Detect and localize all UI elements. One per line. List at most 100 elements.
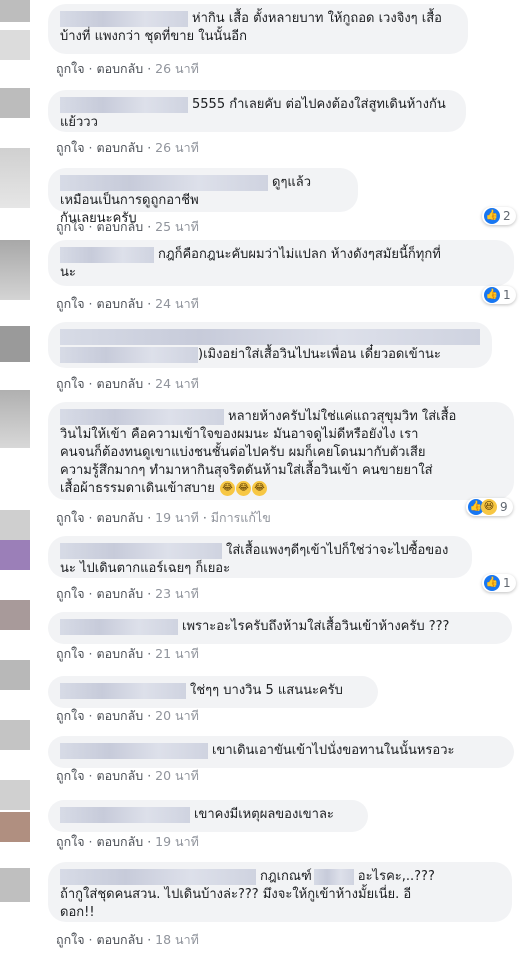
commenter-name-redacted[interactable] xyxy=(60,682,186,699)
comment-text: เขาเดินเอาขันเข้าไปนั่งขอทานในนั้นหรอวะ xyxy=(212,743,455,758)
comment-actions: ถูกใจ · ตอบกลับ · 24 นาที xyxy=(56,296,199,311)
commenter-name-redacted[interactable] xyxy=(60,408,224,425)
like-link[interactable]: ถูกใจ xyxy=(56,219,85,234)
avatar[interactable] xyxy=(0,88,30,118)
avatar[interactable] xyxy=(0,30,30,60)
avatar[interactable] xyxy=(0,540,30,570)
comment-text: วินไม่ให้เข้า คือความเข้าใจของผมนะ มันอา… xyxy=(60,427,419,442)
reply-link[interactable]: ตอบกลับ xyxy=(97,768,144,783)
laughing-emoji-icon: 😂 xyxy=(251,481,267,496)
reply-link[interactable]: ตอบกลับ xyxy=(97,586,144,601)
timestamp[interactable]: 19 นาที xyxy=(155,834,199,849)
timestamp[interactable]: 25 นาที xyxy=(155,219,199,234)
comment-actions: ถูกใจ · ตอบกลับ · 26 นาที xyxy=(56,61,199,76)
avatar[interactable] xyxy=(0,0,30,22)
timestamp[interactable]: 21 นาที xyxy=(155,646,199,661)
timestamp[interactable]: 24 นาที xyxy=(155,376,199,391)
censored-word xyxy=(313,868,354,885)
reply-link[interactable]: ตอบกลับ xyxy=(97,376,144,391)
comment-actions: ถูกใจ · ตอบกลับ · 20 นาที xyxy=(56,708,199,723)
commenter-name-redacted[interactable] xyxy=(60,542,222,559)
avatar[interactable] xyxy=(0,600,30,630)
reply-link[interactable]: ตอบกลับ xyxy=(97,61,144,76)
like-link[interactable]: ถูกใจ xyxy=(56,932,85,947)
reaction-count[interactable]: 👍 2 xyxy=(482,207,516,225)
comment-bubble: เขาเดินเอาขันเข้าไปนั่งขอทานในนั้นหรอวะ xyxy=(48,736,514,768)
timestamp[interactable]: 26 นาที xyxy=(155,140,199,155)
comment-text: )เมิงอย่าใส่เสื้อวินไปนะเพื่อน เดี๋ยวอดเ… xyxy=(198,347,441,362)
reply-link[interactable]: ตอบกลับ xyxy=(97,140,144,155)
reaction-number: 1 xyxy=(503,288,511,302)
reaction-count[interactable]: 👍 1 xyxy=(482,574,516,592)
like-link[interactable]: ถูกใจ xyxy=(56,140,85,155)
comment-actions: ถูกใจ · ตอบกลับ · 19 นาที · มีการแก้ไข xyxy=(56,510,271,525)
avatar[interactable] xyxy=(0,240,30,300)
like-link[interactable]: ถูกใจ xyxy=(56,296,85,311)
comment-text: หลายห้างครับไม่ใช่แค่แถวสุขุมวิท ใส่เสื้… xyxy=(228,409,457,424)
timestamp[interactable]: 20 นาที xyxy=(155,708,199,723)
timestamp[interactable]: 19 นาที xyxy=(155,510,199,525)
avatar[interactable] xyxy=(0,868,30,902)
like-link[interactable]: ถูกใจ xyxy=(56,510,85,525)
timestamp[interactable]: 26 นาที xyxy=(155,61,199,76)
commenter-name-redacted[interactable] xyxy=(60,742,208,759)
reply-link[interactable]: ตอบกลับ xyxy=(97,296,144,311)
reaction-number: 2 xyxy=(503,209,511,223)
commenter-name-redacted[interactable] xyxy=(60,618,178,635)
like-link[interactable]: ถูกใจ xyxy=(56,586,85,601)
timestamp[interactable]: 23 นาที xyxy=(155,586,199,601)
reply-link[interactable]: ตอบกลับ xyxy=(97,708,144,723)
reply-link[interactable]: ตอบกลับ xyxy=(97,646,144,661)
comment-actions: ถูกใจ · ตอบกลับ · 18 นาที xyxy=(56,932,199,947)
avatar[interactable] xyxy=(0,148,30,208)
commenter-name-redacted[interactable] xyxy=(60,328,480,345)
reply-link[interactable]: ตอบกลับ xyxy=(97,834,144,849)
comment-bubble: เขาคงมีเหตุผลของเขาละ xyxy=(48,800,368,832)
comment-text: อะไรคะ,..??? xyxy=(357,869,435,884)
avatar[interactable] xyxy=(0,326,30,362)
reply-link[interactable]: ตอบกลับ xyxy=(97,219,144,234)
comment-bubble: เพราะอะไรครับถึงห้ามใส่เสื้อวินเข้าห้างค… xyxy=(48,612,512,644)
avatar[interactable] xyxy=(0,660,30,690)
comment-actions: ถูกใจ · ตอบกลับ · 25 นาที xyxy=(56,219,199,234)
avatar[interactable] xyxy=(0,720,30,750)
comment-text: คนจนก็ต้องทนดูเขาแบ่งชนชั้นต่อไปครับ ผมก… xyxy=(60,445,426,460)
comment-text: นะ xyxy=(60,265,76,280)
avatar[interactable] xyxy=(0,780,30,810)
avatar[interactable] xyxy=(0,510,30,540)
reaction-number: 1 xyxy=(503,576,511,590)
commenter-name-redacted[interactable] xyxy=(60,346,198,363)
like-link[interactable]: ถูกใจ xyxy=(56,768,85,783)
commenter-name-redacted[interactable] xyxy=(60,174,268,191)
comment-actions: ถูกใจ · ตอบกลับ · 19 นาที xyxy=(56,834,199,849)
reply-link[interactable]: ตอบกลับ xyxy=(97,932,144,947)
comment-bubble: หลายห้างครับไม่ใช่แค่แถวสุขุมวิท ใส่เสื้… xyxy=(48,402,514,500)
commenter-name-redacted[interactable] xyxy=(60,806,190,823)
commenter-name-redacted[interactable] xyxy=(60,96,188,113)
comment-actions: ถูกใจ · ตอบกลับ · 26 นาที xyxy=(56,140,199,155)
timestamp[interactable]: 24 นาที xyxy=(155,296,199,311)
edited-label[interactable]: มีการแก้ไข xyxy=(211,510,271,525)
commenter-name-redacted[interactable] xyxy=(60,10,188,27)
reply-link[interactable]: ตอบกลับ xyxy=(97,510,144,525)
comment-actions: ถูกใจ · ตอบกลับ · 20 นาที xyxy=(56,768,199,783)
like-reaction-icon: 👍 xyxy=(484,575,500,591)
reaction-count[interactable]: 👍 😆 9 xyxy=(466,498,513,516)
comment-bubble: 5555 กำเลยคับ ต่อไปคงต้องใส่สูทเดินห้างก… xyxy=(48,90,466,132)
avatar[interactable] xyxy=(0,812,30,842)
like-link[interactable]: ถูกใจ xyxy=(56,834,85,849)
like-link[interactable]: ถูกใจ xyxy=(56,61,85,76)
laughing-emoji-icon: 😂 xyxy=(219,481,235,496)
like-link[interactable]: ถูกใจ xyxy=(56,646,85,661)
comment-bubble: กฎเกณฑ์ อะไรคะ,..??? ถ้ากูใส่ชุดคนสวน. ไป… xyxy=(48,862,512,922)
commenter-name-redacted[interactable] xyxy=(60,246,154,263)
like-link[interactable]: ถูกใจ xyxy=(56,376,85,391)
commenter-name-redacted[interactable] xyxy=(60,868,256,885)
comment-text: เขาคงมีเหตุผลของเขาละ xyxy=(194,807,334,822)
timestamp[interactable]: 20 นาที xyxy=(155,768,199,783)
comment-actions: ถูกใจ · ตอบกลับ · 23 นาที xyxy=(56,586,199,601)
avatar[interactable] xyxy=(0,390,30,448)
reaction-count[interactable]: 👍 1 xyxy=(482,286,516,304)
timestamp[interactable]: 18 นาที xyxy=(155,932,199,947)
like-link[interactable]: ถูกใจ xyxy=(56,708,85,723)
